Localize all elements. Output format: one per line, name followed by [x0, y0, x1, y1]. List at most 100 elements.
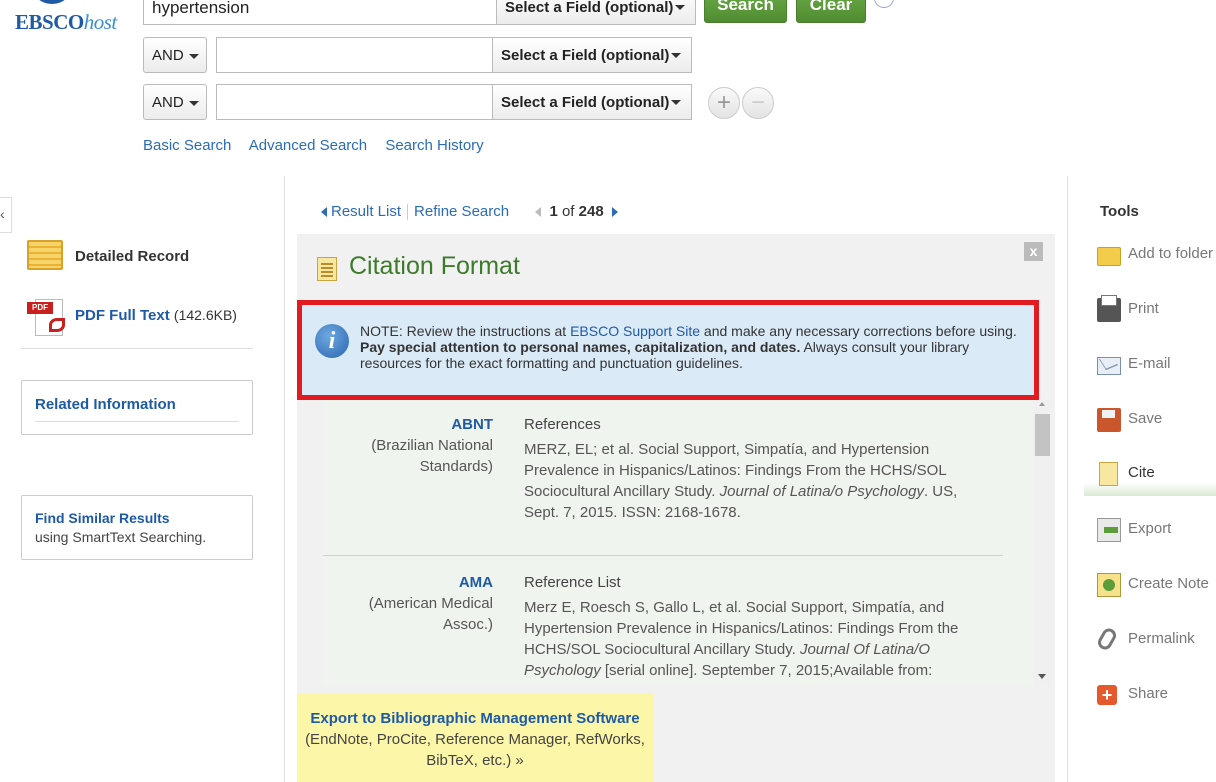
citation-panel: Citation Format x i NOTE: Review the ins… [297, 234, 1055, 782]
tool-create-note[interactable]: Create Note [1097, 573, 1216, 607]
save-icon [1097, 408, 1121, 432]
left-divider [284, 176, 285, 782]
boolean-operator-label: AND [152, 47, 184, 64]
main-content: Result List Refine Search 1 of 248 Citati… [297, 176, 1055, 782]
search-input-1[interactable]: hypertension [143, 0, 497, 25]
advanced-search-link[interactable]: Advanced Search [249, 137, 367, 154]
citation-style-name: AMA (American Medical Assoc.) [323, 572, 493, 635]
boolean-operator-select[interactable]: AND [143, 84, 207, 120]
field-select-3[interactable]: Select a Field (optional) [492, 84, 692, 120]
link-icon [1095, 625, 1119, 653]
tool-email[interactable]: E-mail [1097, 353, 1216, 387]
email-icon [1097, 357, 1121, 375]
scroll-down-icon[interactable] [1038, 674, 1046, 679]
close-icon[interactable]: x [1024, 242, 1043, 261]
pdf-full-text-link[interactable]: PDF PDF Full Text (142.6KB) [27, 299, 257, 337]
export-bibliographic-link[interactable]: Export to Bibliographic Management Softw… [297, 708, 653, 729]
citation-title: Citation Format [349, 252, 520, 280]
tool-label: Export [1128, 520, 1172, 537]
collapse-left-panel-button[interactable]: ‹ [0, 197, 12, 233]
find-similar-sub: using SmartText Searching. [35, 529, 207, 545]
citation-body: Reference List Merz E, Roesch S, Gallo L… [524, 572, 994, 681]
tool-add-to-folder[interactable]: Add to folder [1097, 243, 1216, 277]
field-select-1[interactable]: Select a Field (optional) [496, 0, 696, 25]
field-select-label: Select a Field (optional) [505, 0, 674, 16]
current-record: 1 [549, 203, 558, 220]
result-navigation: Result List Refine Search 1 of 248 [321, 203, 618, 221]
tool-label: Create Note [1128, 575, 1209, 592]
add-row-button[interactable]: + [708, 87, 740, 119]
tool-label: Add to folder [1128, 245, 1214, 262]
citation-body: References MERZ, EL; et al. Social Suppo… [524, 414, 994, 523]
scroll-up-icon[interactable] [1039, 402, 1045, 406]
chevron-down-icon [188, 53, 199, 59]
note-icon [1097, 573, 1121, 597]
basic-search-link[interactable]: Basic Search [143, 137, 231, 154]
pdf-text: PDF Full Text (142.6KB) [75, 307, 237, 324]
citation-journal: Journal of Latina/o Psychology [719, 483, 924, 500]
logo-text: EBSCOhost [15, 10, 117, 34]
detailed-record-label: Detailed Record [75, 248, 190, 265]
pdf-label[interactable]: PDF Full Text [75, 307, 170, 324]
search-button[interactable]: Search [704, 0, 787, 23]
tool-save[interactable]: Save [1097, 408, 1216, 442]
tool-share[interactable]: + Share [1097, 683, 1216, 717]
tool-export[interactable]: Export [1097, 518, 1216, 552]
search-input-3[interactable] [216, 84, 493, 120]
pdf-swoosh [49, 318, 65, 332]
chevron-down-icon [675, 5, 685, 10]
next-record-icon[interactable] [611, 207, 618, 218]
pdf-badge: PDF [27, 302, 53, 314]
search-history-link[interactable]: Search History [385, 137, 483, 154]
clear-button[interactable]: Clear [796, 0, 866, 23]
field-select-2[interactable]: Select a Field (optional) [492, 37, 692, 73]
tool-label: Print [1128, 300, 1159, 317]
related-information-title[interactable]: Related Information [35, 396, 239, 413]
tool-print[interactable]: Print [1097, 295, 1216, 332]
note-prefix: NOTE: Review the instructions at [360, 323, 571, 339]
citation-style-full: (Brazilian National Standards) [371, 437, 493, 475]
tool-label: Save [1128, 410, 1163, 427]
pdf-size: (142.6KB) [173, 307, 237, 323]
citation-style-abbr: AMA [458, 574, 493, 591]
previous-record-icon[interactable] [535, 207, 542, 218]
chevron-down-icon [671, 100, 681, 105]
citation-note: i NOTE: Review the instructions at EBSCO… [297, 300, 1039, 400]
result-list-link[interactable]: Result List [331, 203, 401, 220]
remove-row-button[interactable]: − [742, 87, 774, 119]
tool-cite[interactable]: Cite [1084, 462, 1216, 496]
pdf-icon: PDF [27, 299, 65, 337]
citation-records: ABNT (Brazilian National Standards) Refe… [323, 400, 1035, 686]
export-bibliographic-box: Export to Bibliographic Management Softw… [297, 693, 653, 782]
find-similar-link[interactable]: Find Similar Results [35, 510, 239, 526]
of-label: of [561, 203, 575, 220]
find-similar-box: Find Similar Results using SmartText Sea… [21, 495, 253, 560]
export-bibliographic-sub[interactable]: (EndNote, ProCite, Reference Manager, Re… [305, 731, 645, 769]
total-records: 248 [578, 203, 604, 220]
nav-separator [407, 204, 409, 221]
detailed-record-icon [27, 240, 63, 270]
printer-icon [1097, 295, 1121, 322]
boolean-operator-select[interactable]: AND [143, 37, 207, 73]
folder-icon [1097, 247, 1121, 266]
tool-label: Permalink [1128, 630, 1195, 647]
refine-search-link[interactable]: Refine Search [414, 203, 509, 220]
ebscohost-logo[interactable]: EBSCOhost [0, 0, 130, 34]
note-mid: and make any necessary corrections befor… [700, 323, 1017, 339]
chevron-down-icon [188, 100, 199, 106]
citation-style-name: ABNT (Brazilian National Standards) [323, 414, 493, 477]
record-divider [323, 555, 1003, 556]
search-input-2[interactable] [216, 37, 493, 73]
info-icon[interactable] [874, 0, 894, 8]
citation-scrollbar[interactable] [1033, 400, 1051, 686]
logo-arc [30, 0, 74, 4]
scroll-thumb[interactable] [1035, 414, 1050, 456]
citation-style-full: (American Medical Assoc.) [368, 595, 493, 633]
right-divider [1067, 176, 1068, 782]
citation-heading: References [524, 416, 601, 433]
export-icon [1097, 518, 1121, 542]
tool-permalink[interactable]: Permalink [1095, 625, 1216, 662]
ebsco-support-link[interactable]: EBSCO Support Site [570, 323, 700, 339]
detailed-record-link[interactable]: Detailed Record [27, 240, 227, 274]
sidebar-divider [21, 348, 253, 349]
